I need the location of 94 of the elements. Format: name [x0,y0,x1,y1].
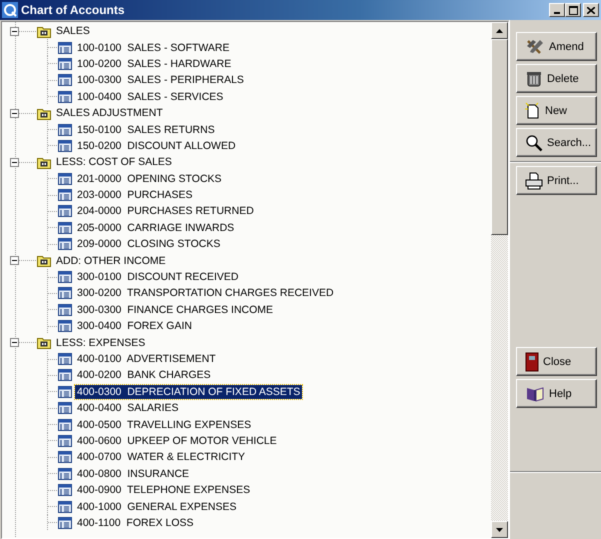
account-icon [58,189,72,202]
account-item[interactable]: 300-0200 TRANSPORTATION CHARGES RECEIVED [75,286,336,300]
account-icon [58,434,72,447]
account-icon [58,468,72,480]
action-button[interactable]: Close [516,347,597,376]
account-item[interactable]: 300-0400 FOREX GAIN [75,319,194,334]
account-item[interactable]: 209-0000 CLOSING STOCKS [75,237,222,252]
action-button[interactable]: New [516,96,597,125]
tree-group-label[interactable]: LESS: COST OF SALES [54,155,174,170]
book-icon [525,384,545,402]
down-arrow-icon [496,528,503,532]
account-icon [58,124,72,136]
account-icon [58,172,72,185]
account-icon [58,402,72,414]
account-icon [58,484,72,496]
account-item[interactable]: 400-0500 TRAVELLING EXPENSES [75,418,254,432]
account-item[interactable]: 100-0300 SALES - PERIPHERALS [75,73,246,88]
account-item[interactable]: 400-0900 TELEPHONE EXPENSES [75,483,252,498]
account-item[interactable]: 100-0100 SALES - SOFTWARE [75,40,232,55]
account-item[interactable]: 400-0400 SALARIES [75,401,181,416]
tree-group-label[interactable]: SALES ADJUSTMENT [54,106,165,120]
folder-icon [37,24,51,38]
account-item[interactable]: 201-0000 OPENING STOCKS [75,172,224,186]
up-arrow-icon [496,28,503,32]
account-item[interactable]: 400-0700 WATER & ELECTRICITY [75,450,248,464]
account-item[interactable]: 400-0200 BANK CHARGES [75,368,213,382]
account-item[interactable]: 150-0100 SALES RETURNS [75,122,217,137]
account-item[interactable]: 300-0300 FINANCE CHARGES INCOME [75,302,276,317]
action-button[interactable]: Amend [516,32,597,61]
account-icon [58,451,72,464]
account-item[interactable]: 400-1000 GENERAL EXPENSES [75,500,239,514]
bin-icon [525,70,543,88]
scroll-thumb[interactable] [491,39,508,235]
minimize-button[interactable] [549,3,565,17]
maximize-button[interactable] [565,3,581,17]
account-icon [58,304,72,316]
account-icon [58,271,72,284]
tree-group-label[interactable]: ADD: OTHER INCOME [54,254,168,268]
account-item[interactable]: 204-0000 PURCHASES RETURNED [75,204,256,218]
account-icon [58,516,72,529]
collapse-icon[interactable] [10,26,19,36]
search-button[interactable]: Search... [516,128,597,157]
search-icon [525,134,543,152]
account-icon [58,205,72,218]
account-icon [58,74,72,86]
account-item[interactable]: 203-0000 PURCHASES [75,188,195,202]
collapse-icon[interactable] [10,158,19,167]
account-item[interactable]: 400-1100 FOREX LOSS [75,516,196,530]
folder-icon [37,336,51,350]
new-document-icon [525,102,541,120]
folder-icon [37,106,51,120]
action-button[interactable]: Print... [516,166,597,195]
account-icon [58,222,72,234]
door-icon [525,352,539,372]
collapse-icon[interactable] [10,108,19,118]
action-button[interactable]: Help [516,379,597,408]
app-icon [2,2,18,18]
account-icon [58,287,72,300]
folder-icon [37,156,51,169]
account-item[interactable]: 100-0400 SALES - SERVICES [75,90,226,104]
maximize-icon [568,6,578,14]
scroll-down-button[interactable] [491,521,508,538]
account-icon [58,42,72,54]
account-icon [58,320,72,332]
action-button[interactable]: Delete [516,64,597,93]
account-icon [58,386,72,398]
scrollbar[interactable] [491,22,508,538]
account-icon [58,500,72,513]
tools-icon [525,38,545,56]
printer-icon [525,172,543,190]
tree-group-label[interactable]: SALES [54,24,92,38]
account-icon [58,238,72,250]
account-item[interactable]: 150-0200 DISCOUNT ALLOWED [75,138,238,153]
account-item[interactable]: 205-0000 CARRIAGE INWARDS [75,220,236,235]
account-icon [58,418,72,431]
folder-icon [37,254,51,268]
collapse-icon[interactable] [10,338,19,348]
account-icon [58,90,72,103]
close-button[interactable] [583,3,599,17]
collapse-icon[interactable] [10,256,19,266]
account-icon [58,58,72,70]
account-item[interactable]: 300-0100 DISCOUNT RECEIVED [75,270,240,284]
close-icon [587,6,595,14]
account-item[interactable]: 400-0800 INSURANCE [75,466,192,481]
account-icon [58,353,72,365]
tree-group-label[interactable]: LESS: EXPENSES [54,336,148,350]
account-icon [58,369,72,382]
account-item[interactable]: 100-0200 SALES - HARDWARE [75,56,234,71]
scroll-up-button[interactable] [491,22,508,39]
account-item[interactable]: 400-0300 DEPRECIATION OF FIXED ASSETS [75,384,302,399]
account-item[interactable]: 400-0100 ADVERTISEMENT [75,352,218,366]
window-title: Chart of Accounts [21,3,126,17]
account-item[interactable]: 400-0600 UPKEEP OF MOTOR VEHICLE [75,434,279,448]
account-icon [58,140,72,152]
